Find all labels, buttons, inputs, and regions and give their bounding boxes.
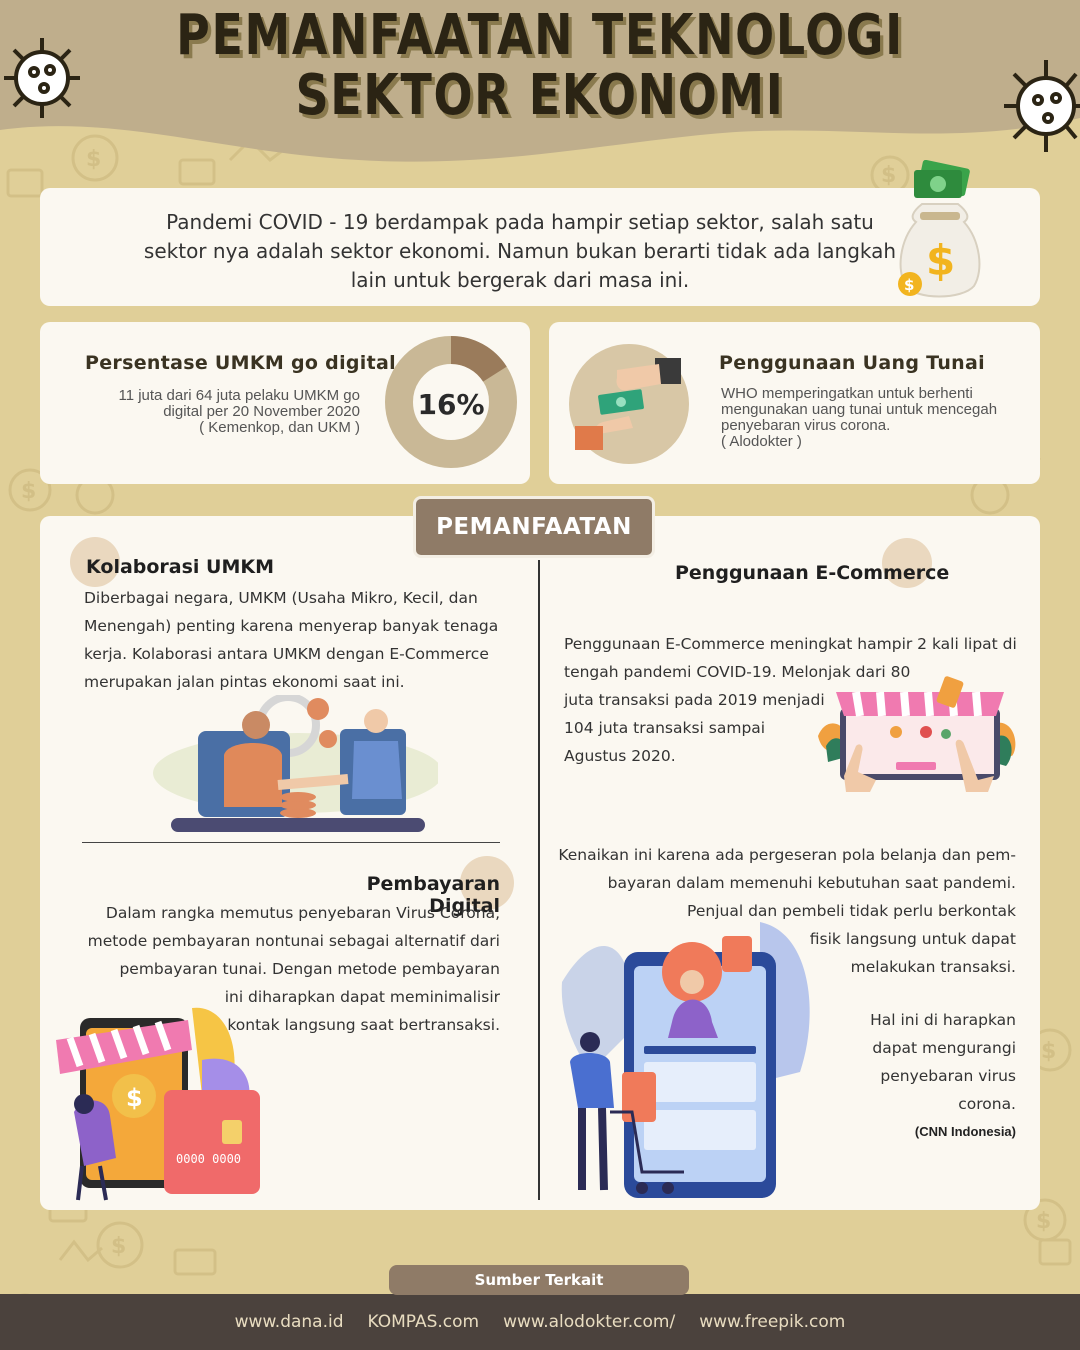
digital-payment-illustration: $ 0000 0000 [56, 1007, 260, 1201]
kenaikan-line-1: Kenaikan ini karena ada pergeseran pola … [558, 846, 1016, 864]
cash-stat-title: Penggunaan Uang Tunai [719, 352, 985, 374]
intro-text: Pandemi COVID - 19 berdampak pada hampir… [143, 210, 897, 292]
cnn-source: (CNN Indonesia) [914, 1124, 1016, 1139]
source-link-alodokter[interactable]: www.alodokter.com/ [503, 1312, 675, 1332]
kolaborasi-line-3: kerja. Kolaborasi antara UMKM dengan E-C… [84, 645, 489, 663]
kenaikan-line-3: Penjual dan pembeli tidak perlu berkonta… [687, 902, 1016, 920]
sources-tab: Sumber Terkait [389, 1265, 689, 1295]
ecommerce-line-1: Penggunaan E-Commerce meningkat hampir 2… [564, 635, 1017, 653]
online-shop-illustration [818, 676, 1016, 792]
handshake-illustration [153, 695, 438, 832]
source-link-dana[interactable]: www.dana.id [235, 1312, 344, 1332]
title-line-2: SEKTOR EKONOMI [295, 63, 785, 128]
cash-stat-desc: WHO memperingatkan untuk berhenti mengun… [721, 386, 1031, 450]
svg-text:$: $ [904, 276, 914, 294]
kolaborasi-line-4: merupakan jalan pintas ekonomi saat ini. [84, 673, 405, 691]
svg-text:$: $ [926, 236, 955, 285]
umkm-desc-line-2: digital per 20 November 2020 [163, 403, 360, 420]
umkm-stat-card: Persentase UMKM go digital 11 juta dari … [40, 322, 530, 484]
kolaborasi-line-2: Menengah) penting karena menyerap banyak… [84, 617, 499, 635]
vertical-divider [538, 560, 540, 1200]
title-line-1: PEMANFAATAN TEKNOLOGI [176, 3, 904, 68]
cash-desc-line-1: WHO memperingatkan untuk berhenti [721, 385, 973, 402]
kolaborasi-line-1: Diberbagai negara, UMKM (Usaha Mikro, Ke… [84, 589, 478, 607]
umkm-desc-line-3: ( Kemenkop, dan UKM ) [199, 419, 360, 436]
pembayaran-line-3: pembayaran tunai. Dengan metode pembayar… [119, 960, 500, 978]
footer: www.dana.id KOMPAS.com www.alodokter.com… [0, 1294, 1080, 1350]
svg-text:$: $ [126, 1084, 143, 1112]
hope-line-3: penyebaran virus [880, 1067, 1016, 1085]
kenaikan-line-2: bayaran dalam memenuhi kebutuhan saat pa… [607, 874, 1016, 892]
source-link-freepik[interactable]: www.freepik.com [699, 1312, 845, 1332]
kolaborasi-text: Diberbagai negara, UMKM (Usaha Mikro, Ke… [84, 584, 534, 696]
source-link-kompas[interactable]: KOMPAS.com [368, 1312, 480, 1332]
card-number: 0000 0000 [176, 1152, 241, 1166]
hope-line-1: Hal ini di harapkan [870, 1011, 1016, 1029]
mobile-shopping-illustration [561, 922, 810, 1198]
umkm-desc-line-1: 11 juta dari 64 juta pelaku UMKM go [118, 387, 360, 404]
cash-handover-icon [569, 344, 689, 464]
ecommerce-title: Penggunaan E-Commerce [675, 562, 950, 584]
pembayaran-line-1: Dalam rangka memutus penyebaran Virus Co… [105, 904, 500, 922]
svg-text:$: $ [1036, 1209, 1051, 1234]
hope-line-2: dapat mengurangi [872, 1039, 1016, 1057]
hope-text: Hal ini di harapkan dapat mengurangi pen… [816, 1006, 1016, 1118]
umkm-percent-label: 16% [417, 388, 484, 421]
money-bag-icon: $ $ [898, 160, 981, 298]
pembayaran-line-2: metode pembayaran nontunai sebagai alter… [87, 932, 500, 950]
umkm-donut-chart: 16% [385, 336, 517, 468]
virus-icon [1004, 60, 1080, 152]
pemanfaatan-tab: PEMANFAATAN [413, 496, 655, 558]
virus-icon [4, 38, 80, 118]
umkm-stat-title: Persentase UMKM go digital [85, 352, 396, 374]
cash-desc-line-3: penyebaran virus corona. [721, 417, 891, 434]
svg-text:$: $ [21, 479, 36, 504]
cash-desc-line-4: ( Alodokter ) [721, 433, 802, 450]
kolaborasi-title: Kolaborasi UMKM [86, 556, 275, 578]
intro-card: Pandemi COVID - 19 berdampak pada hampir… [40, 188, 1040, 306]
cash-stat-card: Penggunaan Uang Tunai WHO memperingatkan… [549, 322, 1040, 484]
svg-text:$: $ [1041, 1039, 1056, 1064]
page-title: PEMANFAATAN TEKNOLOGI SEKTOR EKONOMI [97, 6, 983, 126]
hope-line-4: corona. [958, 1095, 1016, 1113]
svg-text:$: $ [111, 1234, 126, 1259]
horizontal-divider [82, 842, 500, 843]
cash-desc-line-2: mengunakan uang tunai untuk mencegah [721, 401, 998, 418]
umkm-stat-desc: 11 juta dari 64 juta pelaku UMKM go digi… [80, 388, 360, 436]
